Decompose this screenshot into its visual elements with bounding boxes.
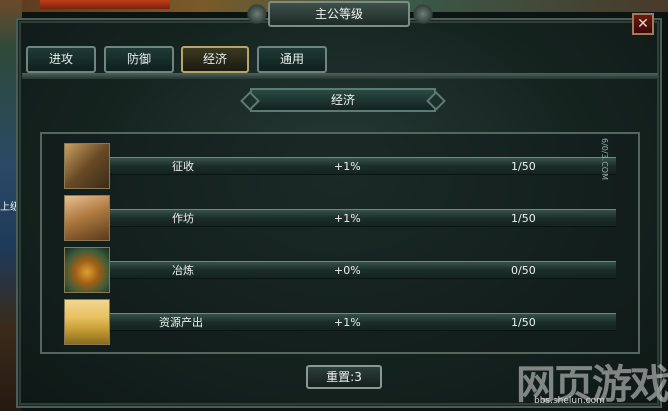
left-ornament-icon [246, 4, 268, 24]
close-icon: ✕ [637, 16, 649, 32]
section-title: 经济 [250, 88, 436, 112]
reset-button[interactable]: 重置:3 [306, 365, 382, 389]
skill-name: 冶炼 [172, 264, 194, 277]
skill-bonus: +1% [334, 160, 361, 173]
skill-bonus: +0% [334, 264, 361, 277]
close-button[interactable]: ✕ [632, 13, 654, 35]
tab-label: 通用 [279, 52, 304, 66]
tab-defense[interactable]: 防御 [104, 46, 174, 73]
skill-name: 作坊 [172, 212, 194, 225]
smelting-furnace-icon [64, 247, 110, 293]
tab-economy[interactable]: 经济 [181, 46, 249, 73]
farmland-icon [64, 299, 110, 345]
tab-label: 经济 [202, 52, 227, 66]
right-ornament-icon [412, 4, 434, 24]
tab-label: 进攻 [48, 52, 73, 66]
side-watermark-site: 6/0/3.COM [600, 138, 609, 180]
skill-level: 0/50 [511, 264, 536, 277]
skill-name: 资源产出 [159, 316, 203, 329]
window-title: 主公等级 [268, 1, 410, 27]
watermark-site: bbs.shelun.com [534, 396, 605, 406]
tax-collection-icon [64, 143, 110, 189]
tab-bar-divider [22, 73, 658, 79]
skill-bonus: +1% [334, 212, 361, 225]
skill-level: 1/50 [511, 316, 536, 329]
game-background-banner [40, 0, 170, 9]
workshop-icon [64, 195, 110, 241]
skill-bonus: +1% [334, 316, 361, 329]
tab-attack[interactable]: 进攻 [26, 46, 96, 73]
tab-label: 防御 [126, 52, 151, 66]
skill-level: 1/50 [511, 212, 536, 225]
skill-level: 1/50 [511, 160, 536, 173]
tab-general[interactable]: 通用 [257, 46, 327, 73]
reset-label: 重置:3 [326, 370, 362, 384]
skill-name: 征收 [172, 160, 194, 173]
